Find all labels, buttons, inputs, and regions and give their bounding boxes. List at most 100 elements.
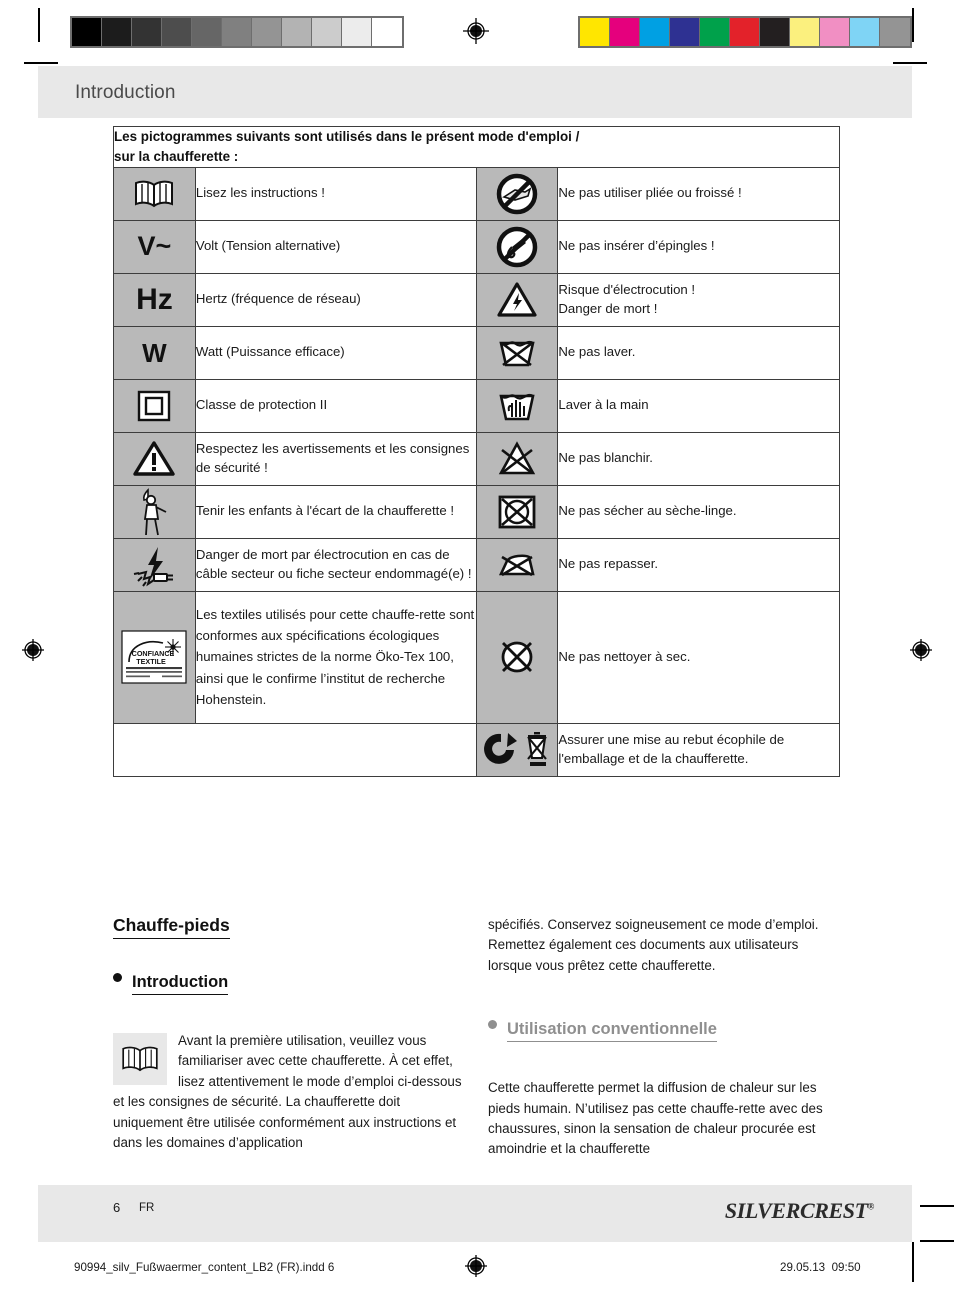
volt-symbol: V~ [113,219,196,274]
gray-swatch [132,18,162,46]
gray-swatch [372,18,402,46]
gray-swatch [102,18,132,46]
left-text-column: Chauffe-pieds Introduction Avant la prem… [113,915,465,1169]
page-title: Introduction [75,82,176,103]
svg-text:TEXTILE: TEXTILE [137,657,167,666]
registration-target-icon [908,637,934,663]
shock-line2: Danger de mort ! [558,300,658,316]
table-row: Lisez les instructions ! Ne pas utiliser… [113,166,840,221]
table-cell-text: Laver à la main [557,378,840,433]
table-cell-text: Lisez les instructions ! [194,166,477,221]
page-number: 6 [113,1200,121,1215]
imprint-timestamp: 29.05.13 09:50 [780,1261,861,1274]
imprint-date: 29.05.13 [780,1261,826,1274]
table-row: V~ Volt (Tension alternative) Ne pas ins… [113,219,840,274]
product-heading: Chauffe-pieds [113,915,230,939]
table-cell-text: Assurer une mise au rebut écophile de l'… [557,722,840,777]
table-cell-text: Respectez les avertissements et les cons… [194,431,477,486]
usage-heading-row: Utilisation conventionnelle [488,1020,840,1060]
table-cell-text: Ne pas repasser. [557,537,840,592]
table-cell-text: Tenir les enfants à l'écart de la chauff… [194,484,477,539]
crop-mark [920,1240,954,1242]
right-text-column: spécifiés. Conservez soigneusement ce mo… [488,915,840,1176]
protection-class-two-icon [113,378,196,433]
table-row: Assurer une mise au rebut écophile de l'… [113,722,840,777]
table-cell-text: Risque d'électrocution ! Danger de mort … [557,272,840,327]
table-row: Tenir les enfants à l'écart de la chauff… [113,484,840,539]
hand-wash-icon [475,378,559,433]
table-row: CONFIANCE TEXTILE Les textiles utilisés … [113,590,840,724]
registration-target-icon [463,1253,489,1279]
gray-swatch [342,18,372,46]
table-cell-text: Hertz (fréquence de réseau) [194,272,477,327]
table-cell-text: Ne pas blanchir. [557,431,840,486]
intro-heading: Introduction [132,973,229,995]
color-swatch [640,18,670,46]
page-language: FR [139,1202,155,1214]
print-calibration-strip [0,0,954,56]
bullet-icon [113,973,122,982]
gray-swatch [192,18,222,46]
gray-swatch [72,18,102,46]
bullet-icon [488,1020,497,1030]
table-header-row: Les pictogrammes suivants sont utilisés … [113,126,840,168]
crop-mark [912,1242,914,1282]
color-swatch [820,18,850,46]
no-pins-icon [475,219,559,274]
color-swatch [760,18,790,46]
hertz-symbol-text: Hz [136,282,173,316]
intro-heading-row: Introduction [113,973,465,1013]
table-cell-text: Ne pas utiliser pliée ou froissé ! [557,166,840,221]
table-cell-text: Ne pas sécher au sèche-linge. [557,484,840,539]
brand-registered-mark: ® [867,1201,875,1212]
color-calibration-bar [578,16,912,48]
shock-line1: Risque d'électrocution ! [558,281,696,297]
gray-swatch [222,18,252,46]
color-swatch [880,18,910,46]
registration-target-icon [463,18,489,44]
crop-mark [920,1205,954,1207]
table-cell-text: Danger de mort par électrocution en cas … [194,537,477,592]
no-folded-use-icon [475,166,559,221]
do-not-iron-icon [475,537,559,592]
crop-mark [38,8,40,42]
table-header-line1: Les pictogrammes suivants sont utilisés … [114,129,580,144]
silvercrest-logo: SILVERCREST® [725,1198,875,1224]
crop-mark [912,8,914,42]
color-swatch [850,18,880,46]
table-cell-text: Classe de protection II [194,378,477,433]
gray-swatch [252,18,282,46]
gray-swatch [282,18,312,46]
table-cell-text: Ne pas insérer d’épingles ! [557,219,840,274]
color-swatch [790,18,820,46]
imprint-filename: 90994_silv_Fußwaermer_content_LB2 (FR).i… [74,1261,335,1274]
table-row: Danger de mort par électrocution en cas … [113,537,840,592]
table-row: Classe de protection II Laver à la main [113,378,840,433]
table-row: Respectez les avertissements et les cons… [113,431,840,486]
pictogram-table: Les pictogrammes suivants sont utilisés … [113,126,840,777]
color-swatch [670,18,700,46]
empty-cell [113,723,196,777]
open-book-icon [113,1033,167,1085]
do-not-wash-icon [475,325,559,380]
table-header-cell: Les pictogrammes suivants sont utilisés … [113,126,840,168]
table-row: W Watt (Puissance efficace) Ne pas laver… [113,325,840,380]
recycle-and-weee-icon [475,722,559,777]
crop-mark [24,62,58,64]
color-swatch [700,18,730,46]
watt-symbol: W [113,325,196,380]
color-swatch [610,18,640,46]
hertz-symbol: Hz [113,272,196,327]
electric-shock-warning-icon [475,272,559,327]
warning-triangle-icon [113,431,196,486]
table-cell-text: Volt (Tension alternative) [194,219,477,274]
registration-target-icon [20,637,46,663]
keep-children-away-icon [113,484,196,539]
gray-swatch [312,18,342,46]
do-not-tumble-dry-icon [475,484,559,539]
volt-symbol-text: V~ [137,231,172,262]
intro-continuation-paragraph: spécifiés. Conservez soigneusement ce mo… [488,917,819,973]
imprint-time: 09:50 [831,1261,861,1274]
usage-paragraph: Cette chaufferette permet la diffusion d… [488,1080,823,1157]
crop-mark [893,62,927,64]
